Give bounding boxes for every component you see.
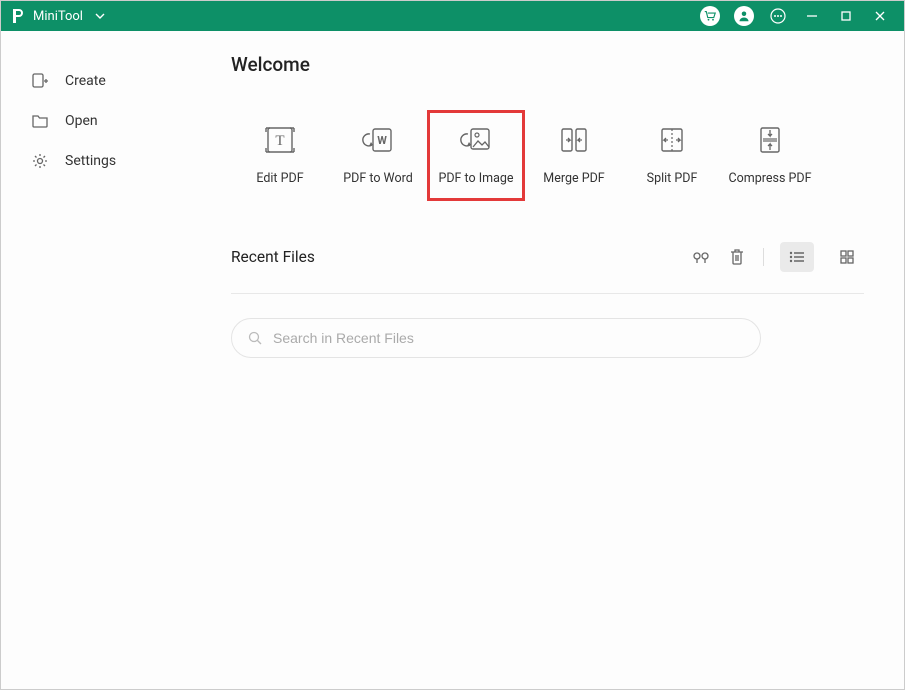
sidebar-item-create[interactable]: Create bbox=[31, 61, 211, 101]
titlebar-left: MiniTool bbox=[9, 7, 105, 25]
actions-row: T Edit PDF W PDF to Word PDF to Image bbox=[231, 110, 864, 201]
search-box[interactable] bbox=[231, 318, 761, 358]
action-label: Compress PDF bbox=[729, 171, 812, 186]
action-split-pdf[interactable]: Split PDF bbox=[623, 110, 721, 201]
svg-text:T: T bbox=[275, 133, 284, 149]
action-pdf-to-image[interactable]: PDF to Image bbox=[427, 110, 525, 201]
trash-icon[interactable] bbox=[727, 247, 747, 267]
pin-icon[interactable] bbox=[691, 247, 711, 267]
titlebar: MiniTool bbox=[1, 1, 904, 31]
app-logo-icon bbox=[9, 7, 27, 25]
action-label: Edit PDF bbox=[256, 171, 303, 186]
view-list-button[interactable] bbox=[780, 242, 814, 272]
titlebar-dropdown-icon[interactable] bbox=[95, 11, 105, 21]
action-label: PDF to Word bbox=[343, 171, 413, 186]
action-label: Merge PDF bbox=[543, 171, 604, 186]
maximize-icon[interactable] bbox=[836, 6, 856, 26]
pdf-to-word-icon: W bbox=[361, 125, 395, 155]
app-title: MiniTool bbox=[33, 9, 83, 24]
view-grid-button[interactable] bbox=[830, 242, 864, 272]
sidebar-item-label: Open bbox=[65, 113, 98, 129]
welcome-title: Welcome bbox=[231, 53, 864, 76]
gear-icon bbox=[31, 152, 49, 170]
action-label: Split PDF bbox=[647, 171, 698, 186]
sidebar-item-label: Settings bbox=[65, 153, 116, 169]
feedback-icon[interactable] bbox=[768, 6, 788, 26]
action-label: PDF to Image bbox=[438, 171, 513, 186]
recent-header: Recent Files bbox=[231, 241, 864, 273]
merge-pdf-icon bbox=[557, 125, 591, 155]
titlebar-right bbox=[700, 6, 890, 26]
search-icon bbox=[248, 331, 263, 346]
compress-pdf-icon bbox=[753, 125, 787, 155]
action-edit-pdf[interactable]: T Edit PDF bbox=[231, 110, 329, 201]
user-icon[interactable] bbox=[734, 6, 754, 26]
separator bbox=[763, 248, 764, 266]
sidebar: Create Open Settings bbox=[1, 31, 211, 689]
recent-files-title: Recent Files bbox=[231, 248, 691, 266]
close-icon[interactable] bbox=[870, 6, 890, 26]
action-pdf-to-word[interactable]: W PDF to Word bbox=[329, 110, 427, 201]
create-icon bbox=[31, 72, 49, 90]
edit-pdf-icon: T bbox=[263, 125, 297, 155]
action-compress-pdf[interactable]: Compress PDF bbox=[721, 110, 819, 201]
search-input[interactable] bbox=[273, 330, 744, 346]
content-area: Create Open Settings Welcome T Edit PDF bbox=[1, 31, 904, 689]
sidebar-item-open[interactable]: Open bbox=[31, 101, 211, 141]
sidebar-item-label: Create bbox=[65, 73, 106, 89]
action-merge-pdf[interactable]: Merge PDF bbox=[525, 110, 623, 201]
pdf-to-image-icon bbox=[459, 125, 493, 155]
sidebar-item-settings[interactable]: Settings bbox=[31, 141, 211, 181]
minimize-icon[interactable] bbox=[802, 6, 822, 26]
main-panel: Welcome T Edit PDF W PDF to Word PDF to … bbox=[211, 31, 904, 689]
split-pdf-icon bbox=[655, 125, 689, 155]
divider bbox=[231, 293, 864, 294]
recent-tools bbox=[691, 242, 864, 272]
svg-text:W: W bbox=[377, 134, 387, 147]
cart-icon[interactable] bbox=[700, 6, 720, 26]
open-folder-icon bbox=[31, 112, 49, 130]
